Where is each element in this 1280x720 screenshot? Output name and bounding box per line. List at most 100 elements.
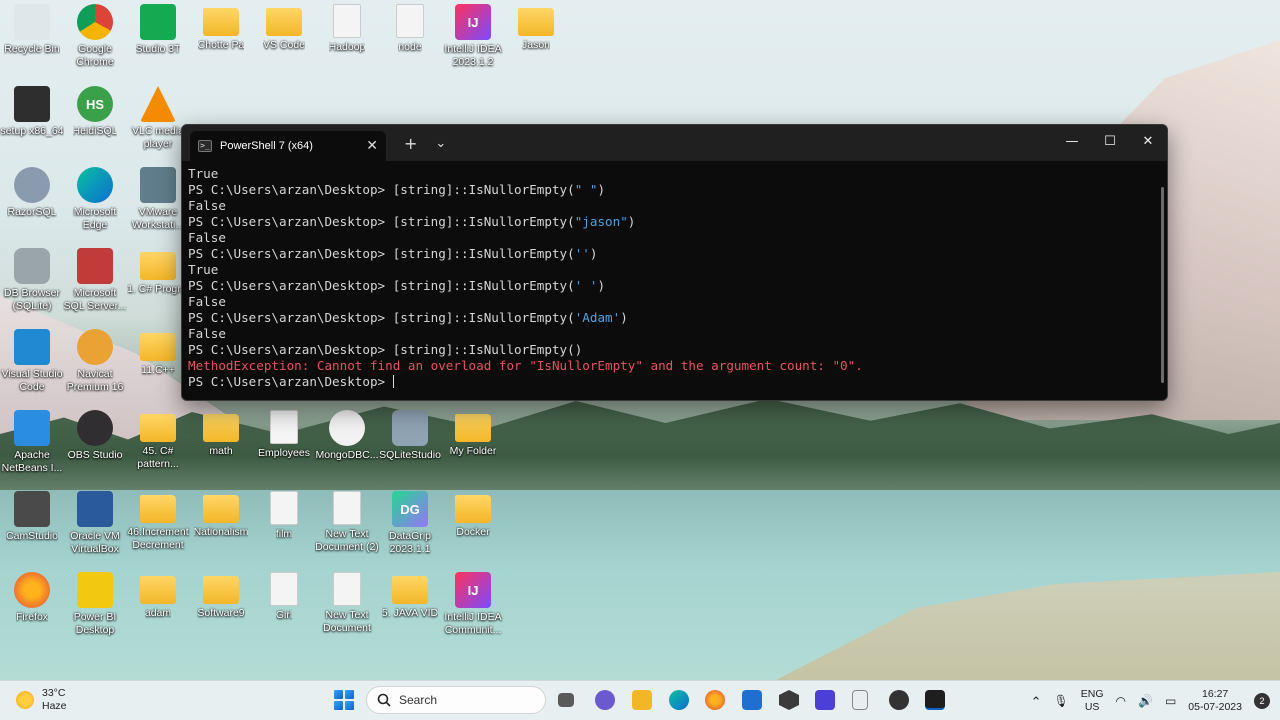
taskbar-search[interactable]: Search (366, 686, 546, 714)
sun-icon (16, 691, 34, 709)
desktop-icon[interactable]: adam (126, 572, 190, 620)
new-tab-button[interactable]: + (404, 134, 417, 153)
terminal-taskbar-icon[interactable] (925, 690, 945, 710)
visual-studio-icon[interactable] (815, 690, 835, 710)
desktop-icon-label: 46.Increment Decrement (127, 526, 189, 551)
desktop-icon[interactable]: 45. C# pattern... (126, 410, 190, 471)
desktop-icon[interactable]: math (189, 410, 253, 458)
desktop-icon[interactable]: 5. JAVA VID (378, 572, 442, 620)
minimize-button[interactable]: — (1053, 125, 1091, 157)
keyboard-layout: US (1084, 701, 1100, 713)
desktop-icon-label: 11.C++ (141, 364, 175, 376)
sqlitestudio-icon (392, 410, 428, 446)
language-code: ENG (1080, 688, 1104, 700)
file-explorer-icon[interactable] (632, 690, 652, 710)
desktop-icon-label: Navicat Premium 16 (66, 368, 124, 393)
desktop-icon[interactable]: Employees (252, 410, 316, 460)
clock[interactable]: 16:27 05-07-2023 (1188, 688, 1242, 714)
desktop-icon[interactable]: IJ IntelliJ IDEA Communit... (441, 572, 505, 637)
desktop-icon[interactable]: OBS Studio (63, 410, 127, 462)
chevron-up-icon[interactable]: ⌃ (1031, 695, 1042, 708)
start-tile (334, 690, 343, 699)
document-icon (333, 4, 361, 38)
start-tile (345, 701, 354, 710)
console-output[interactable]: True PS C:\Users\arzan\Desktop> [string]:… (182, 161, 1167, 400)
desktop-icon[interactable]: 46.Increment Decrement (126, 491, 190, 552)
wifi-icon[interactable]: ◠ (1116, 694, 1126, 708)
weather-widget[interactable]: 33°C Haze (16, 687, 67, 713)
desktop-icon[interactable]: Chotte Pa (189, 4, 253, 52)
console-scrollbar[interactable] (1161, 187, 1164, 383)
microphone-icon[interactable]: 🎙 (1054, 694, 1069, 708)
console-line: PS C:\Users\arzan\Desktop> [string]::IsN… (188, 310, 1161, 326)
console-command: [string]::IsNullorEmpty( (392, 214, 575, 229)
language-indicator[interactable]: ENG US (1081, 688, 1104, 714)
close-tab-icon[interactable]: ✕ (366, 138, 378, 154)
notification-badge[interactable]: 2 (1254, 693, 1270, 709)
desktop-icon[interactable]: Studio 3T (126, 4, 190, 56)
folder-icon (140, 576, 176, 604)
volume-icon[interactable]: 🔊 (1138, 694, 1153, 708)
desktop-icon[interactable]: Firefox (0, 572, 64, 624)
battery-icon[interactable]: ▭ (1165, 694, 1176, 708)
desktop-icon[interactable]: My Folder (441, 410, 505, 458)
folder-icon (266, 8, 302, 36)
desktop-icon[interactable]: Software9 (189, 572, 253, 620)
console-line: False (188, 294, 226, 309)
desktop-icon[interactable]: Microsoft Edge (63, 167, 127, 232)
store-icon[interactable] (742, 690, 762, 710)
weather-description: Haze (42, 700, 67, 712)
netbeans-icon (14, 410, 50, 446)
task-view-icon[interactable] (558, 693, 574, 707)
tab-powershell[interactable]: >_ PowerShell 7 (x64) ✕ (190, 131, 386, 161)
window-titlebar[interactable]: >_ PowerShell 7 (x64) ✕ + ⌄ — ☐ ✕ (182, 125, 1167, 161)
desktop-icon[interactable]: CamStudio (0, 491, 64, 543)
chat-icon[interactable] (595, 690, 615, 710)
desktop-icon[interactable]: Jason (504, 4, 568, 52)
desktop-icon[interactable]: Docker (441, 491, 505, 539)
desktop-icon[interactable]: Nationalism (189, 491, 253, 539)
desktop-icon[interactable]: Apache NetBeans I... (0, 410, 64, 475)
desktop-icon[interactable]: RazorSQL (0, 167, 64, 219)
document-icon (396, 4, 424, 38)
desktop-icon[interactable]: Power BI Desktop (63, 572, 127, 637)
desktop-icon[interactable]: Recycle Bin (0, 4, 64, 56)
desktop-icon[interactable]: Hadoop (315, 4, 379, 54)
desktop-icon[interactable]: DB Browser (SQLite) (0, 248, 64, 313)
console-prompt: PS C:\Users\arzan\Desktop> (188, 182, 393, 197)
desktop-icon[interactable]: VS Code (252, 4, 316, 52)
desktop-icon[interactable]: Microsoft SQL Server... (63, 248, 127, 313)
notepad-icon[interactable] (852, 690, 868, 710)
desktop-icon[interactable]: New Text Document (2) (315, 491, 379, 554)
desktop-icon[interactable]: film (252, 491, 316, 541)
desktop-icon[interactable]: Google Chrome (63, 4, 127, 69)
unity-icon[interactable] (779, 690, 799, 710)
desktop-icon-label: My Folder (449, 445, 497, 457)
maximize-button[interactable]: ☐ (1091, 125, 1129, 157)
start-button[interactable] (334, 690, 354, 710)
powershell-window[interactable]: >_ PowerShell 7 (x64) ✕ + ⌄ — ☐ ✕ True PS… (181, 124, 1168, 401)
console-string-argument: ' ' (574, 278, 598, 293)
desktop-icon[interactable]: Navicat Premium 16 (63, 329, 127, 394)
console-line: PS C:\Users\arzan\Desktop> [string]::IsN… (188, 214, 1161, 230)
tab-dropdown-button[interactable]: ⌄ (435, 136, 446, 151)
obs-taskbar-icon[interactable] (889, 690, 909, 710)
desktop-icon[interactable]: IJ IntelliJ IDEA 2023.1.2 (441, 4, 505, 69)
desktop-icon[interactable]: HS HeidiSQL (63, 86, 127, 138)
desktop-icon[interactable]: Oracle VM VirtualBox (63, 491, 127, 556)
document-icon (270, 491, 298, 525)
desktop-icon[interactable]: MongoDBC... (315, 410, 379, 462)
firefox-icon (14, 572, 50, 608)
folder-icon (203, 576, 239, 604)
desktop-icon[interactable]: New Text Document (315, 572, 379, 635)
close-window-button[interactable]: ✕ (1129, 125, 1167, 157)
desktop-icon[interactable]: DG DataGrip 2023.1.1 (378, 491, 442, 556)
desktop-icon[interactable]: node (378, 4, 442, 54)
desktop-icon[interactable]: Girl (252, 572, 316, 622)
firefox-icon[interactable] (705, 690, 725, 710)
edge-icon[interactable] (669, 690, 689, 710)
desktop-icon[interactable]: SQLiteStudio (378, 410, 442, 462)
desktop-icon-label: New Text Document (2) (315, 528, 379, 553)
desktop-icon[interactable]: Visual Studio Code (0, 329, 64, 394)
desktop-icon[interactable]: setup x86_64 (0, 86, 64, 138)
